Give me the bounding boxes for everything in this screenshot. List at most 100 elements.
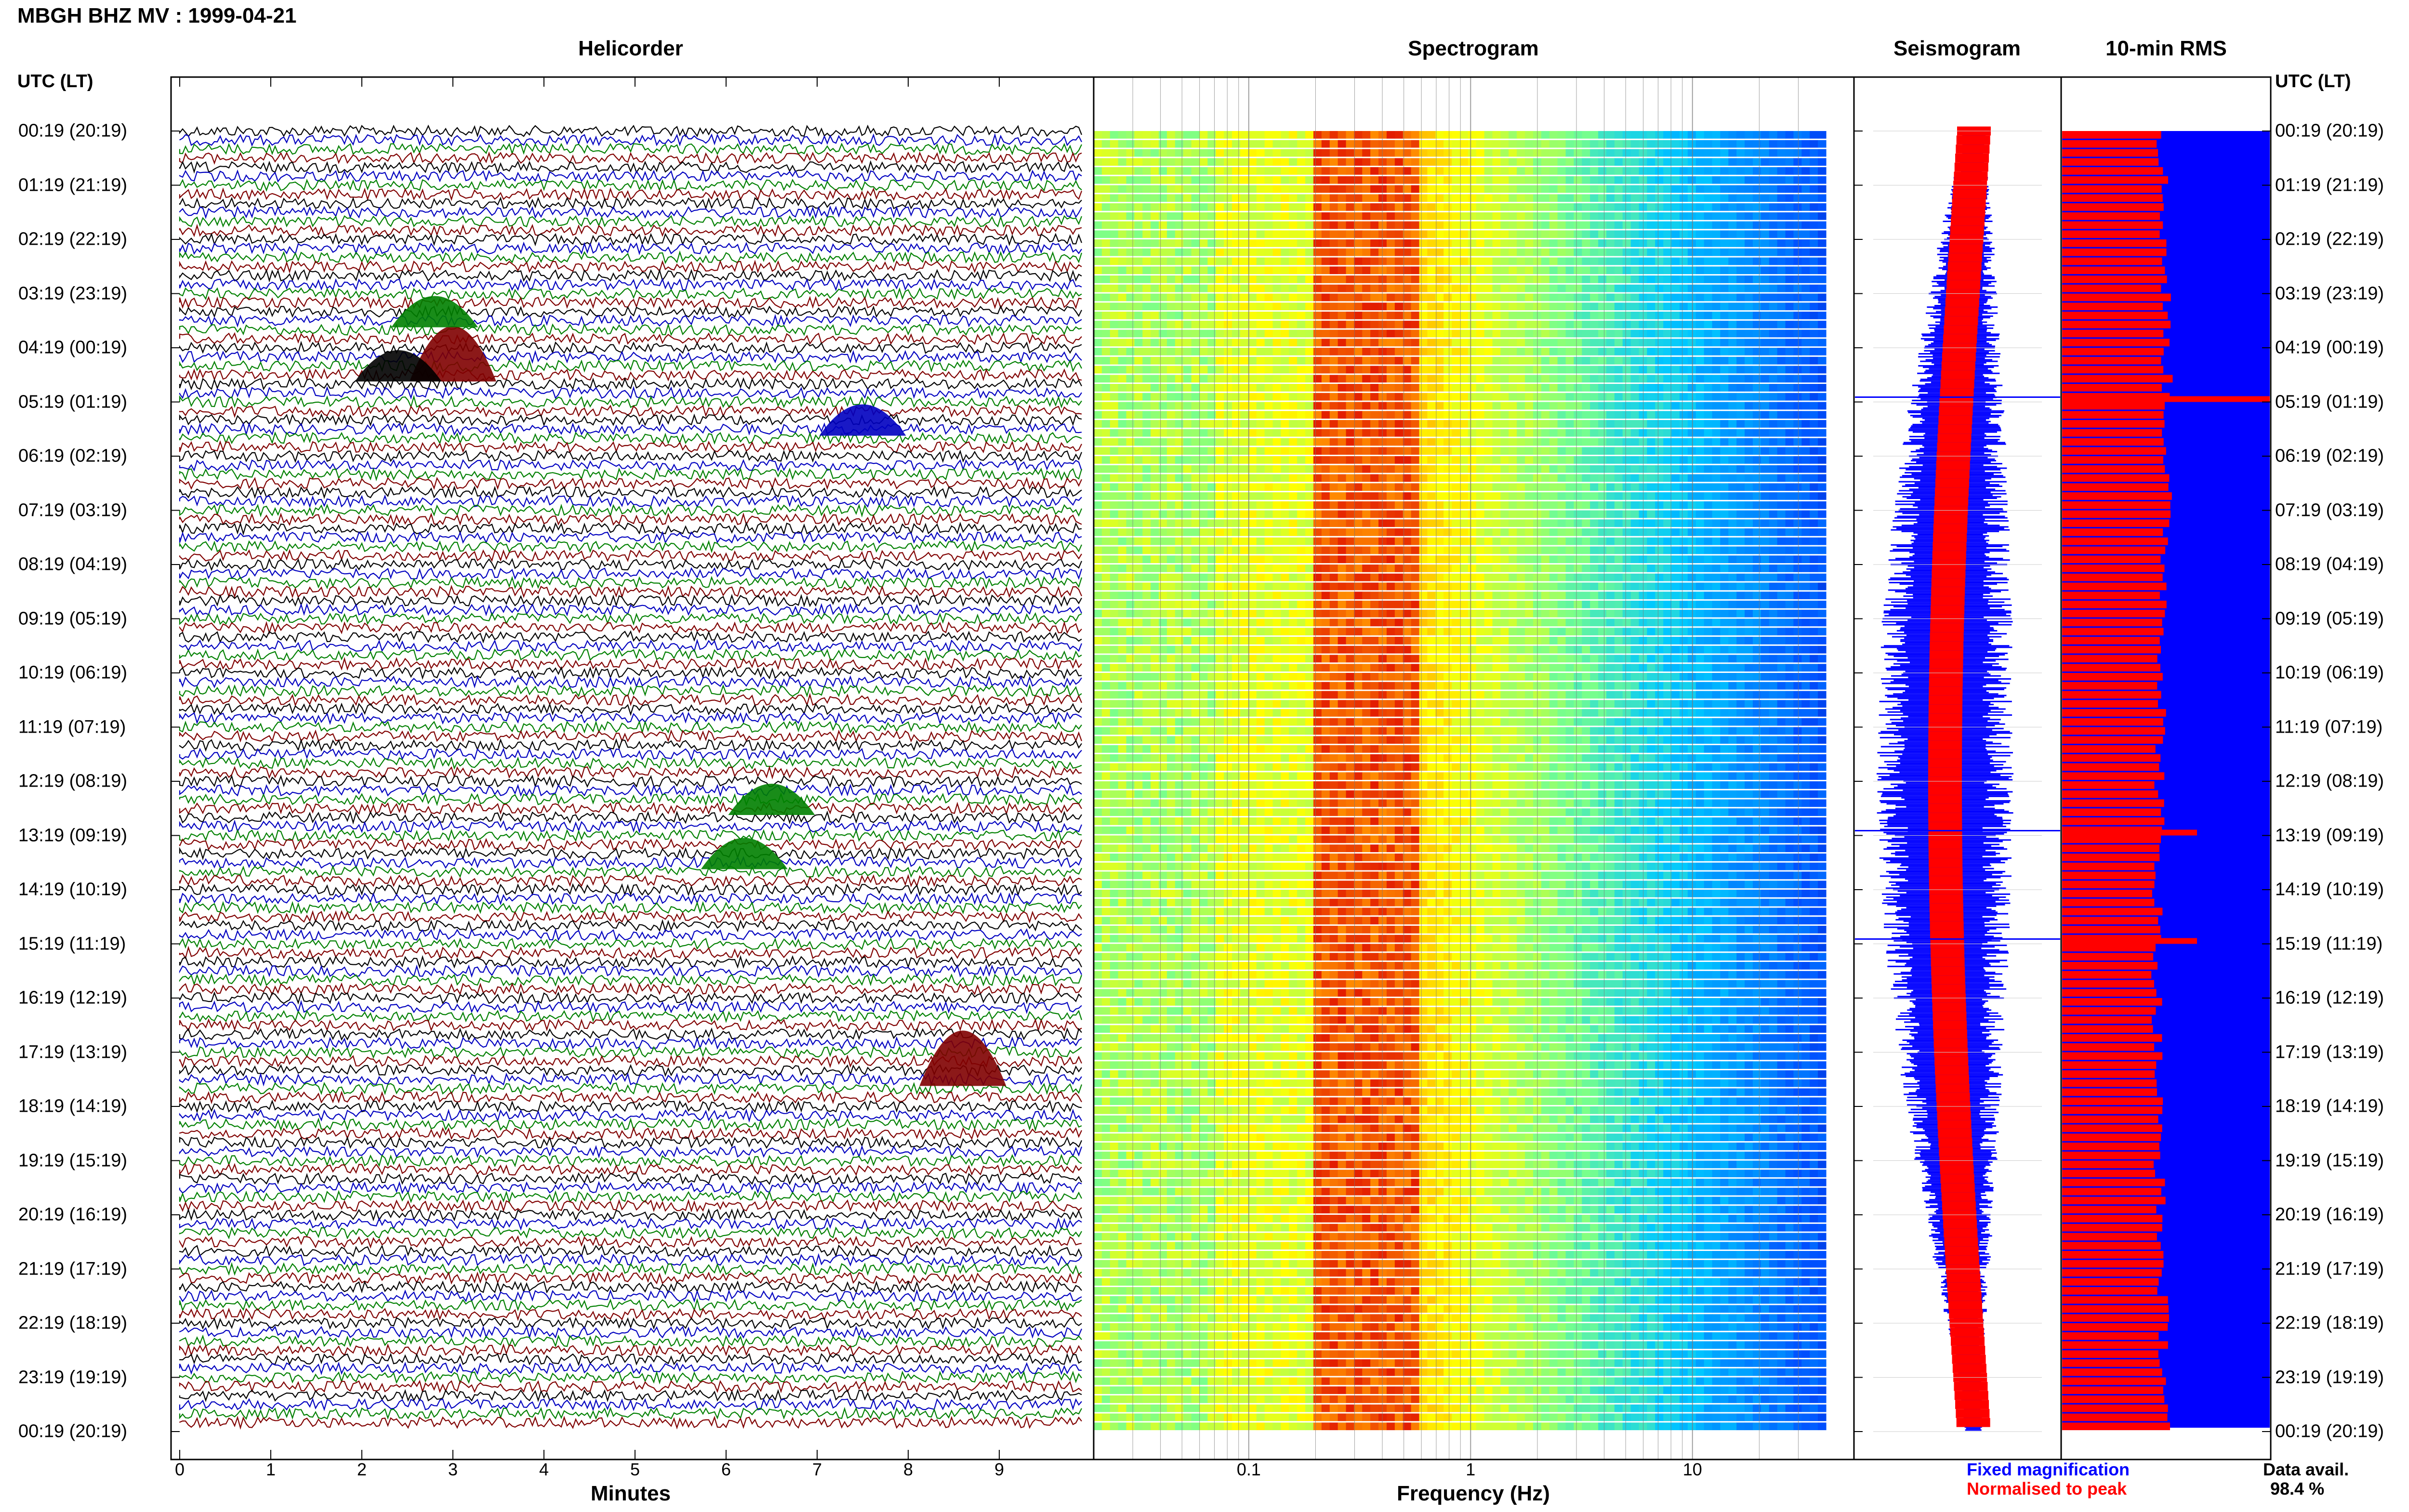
spectrogram-cell [1680, 149, 1688, 157]
spectrogram-cell [1289, 411, 1297, 419]
spectrogram-cell [1500, 501, 1509, 509]
spectrogram-cell [1712, 402, 1721, 410]
spectrogram-cell [1582, 248, 1590, 256]
spectrogram-cell [1151, 320, 1159, 329]
spectrogram-cell [1655, 573, 1664, 581]
spectrogram-cell [1321, 158, 1330, 166]
spectrogram-cell [1810, 302, 1818, 311]
spectrogram-cell [1370, 438, 1379, 446]
spectrogram-cell [1443, 501, 1452, 509]
spectrogram-cell [1281, 131, 1289, 139]
spectrogram-cell [1720, 131, 1729, 139]
spectrogram-cell [1134, 592, 1143, 600]
spectrogram-cell [1346, 492, 1355, 500]
spectrogram-cell [1720, 510, 1729, 518]
spectrogram-cell [1695, 257, 1705, 265]
spectrogram-cell [1793, 221, 1802, 229]
spectrogram-cell [1590, 582, 1599, 591]
spectrogram-cell [1199, 393, 1208, 401]
spectrogram-cell [1370, 420, 1379, 428]
spectrogram-cell [1704, 528, 1713, 536]
spectrogram-cell [1460, 329, 1469, 338]
spectrogram-cell [1801, 438, 1810, 446]
spectrogram-cell [1712, 248, 1721, 256]
spectrogram-cell [1769, 366, 1778, 374]
spectrogram-cell [1142, 230, 1151, 238]
spectrogram-cell [1687, 248, 1696, 256]
spectrogram-cell [1362, 492, 1371, 500]
spectrogram-cell [1687, 149, 1696, 157]
spectrogram-cell [1321, 176, 1330, 184]
spectrogram-cell [1663, 474, 1672, 482]
spectrogram-cell [1289, 339, 1297, 347]
spectrogram-cell [1101, 320, 1111, 329]
spectrogram-cell [1387, 438, 1395, 446]
spectrogram-cell [1476, 149, 1485, 157]
spectrogram-cell [1582, 239, 1590, 247]
spectrogram-cell [1760, 492, 1770, 500]
spectrogram-cell [1126, 510, 1135, 518]
spectrogram-cell [1720, 537, 1729, 545]
spectrogram-cell [1272, 537, 1282, 545]
spectrogram-cell [1525, 276, 1534, 283]
spectrogram-cell [1240, 212, 1249, 220]
spectrogram-cell [1321, 420, 1330, 428]
spectrogram-cell [1557, 302, 1566, 311]
spectrogram-cell [1256, 420, 1265, 428]
spectrogram-cell [1151, 501, 1159, 509]
spectrogram-cell [1427, 176, 1436, 184]
spectrogram-cell [1403, 140, 1412, 148]
spectrogram-cell [1687, 501, 1696, 509]
spectrogram-cell [1321, 266, 1330, 275]
spectrogram-cell [1419, 592, 1428, 600]
spectrogram-cell [1264, 492, 1273, 500]
spectrogram-cell [1663, 483, 1672, 491]
spectrogram-cell [1517, 429, 1525, 437]
spectrogram-cell [1256, 302, 1265, 311]
spectrogram-cell [1411, 592, 1420, 600]
spectrogram-cell [1745, 411, 1753, 419]
spectrogram-cell [1492, 339, 1501, 347]
spectrogram-cell [1126, 384, 1135, 392]
spectrogram-cell [1289, 176, 1297, 184]
spectrogram-cell [1793, 266, 1802, 275]
spectrogram-cell [1289, 510, 1297, 518]
spectrogram-cell [1094, 366, 1102, 374]
spectrogram-cell [1183, 203, 1192, 211]
spectrogram-cell [1793, 474, 1802, 482]
spectrogram-cell [1427, 212, 1436, 220]
spectrogram-cell [1419, 573, 1428, 581]
spectrogram-cell [1525, 375, 1534, 383]
spectrogram-cell [1387, 248, 1395, 256]
spectrogram-cell [1394, 302, 1403, 311]
spectrogram-cell [1614, 248, 1623, 256]
spectrogram-cell [1590, 339, 1599, 347]
spectrogram-cell [1680, 528, 1688, 536]
spectrogram-cell [1248, 384, 1257, 392]
spectrogram-cell [1264, 601, 1273, 608]
spectrogram-cell [1183, 438, 1192, 446]
spectrogram-cell [1281, 393, 1289, 401]
spectrogram-cell [1574, 131, 1582, 139]
spectrogram-cell [1313, 167, 1322, 175]
spectrogram-cell [1647, 257, 1655, 265]
spectrogram-cell [1443, 402, 1452, 410]
spectrogram-cell [1509, 194, 1517, 202]
spectrogram-cell [1281, 528, 1289, 536]
spectrogram-cell [1468, 158, 1477, 166]
spectrogram-cell [1272, 483, 1282, 491]
spectrogram-cell [1151, 149, 1159, 157]
spectrogram-cell [1126, 293, 1135, 302]
spectrogram-cell [1354, 348, 1363, 355]
spectrogram-cell [1622, 203, 1631, 211]
spectrogram-cell [1541, 140, 1550, 148]
spectrogram-cell [1728, 573, 1737, 581]
spectrogram-cell [1509, 402, 1517, 410]
spectrogram-cell [1541, 438, 1550, 446]
spectrogram-cell [1476, 483, 1485, 491]
spectrogram-cell [1509, 393, 1517, 401]
spectrogram-cell [1598, 248, 1607, 256]
spectrogram-cell [1370, 537, 1379, 545]
spectrogram-cell [1151, 131, 1159, 139]
spectrogram-cell [1452, 302, 1460, 311]
